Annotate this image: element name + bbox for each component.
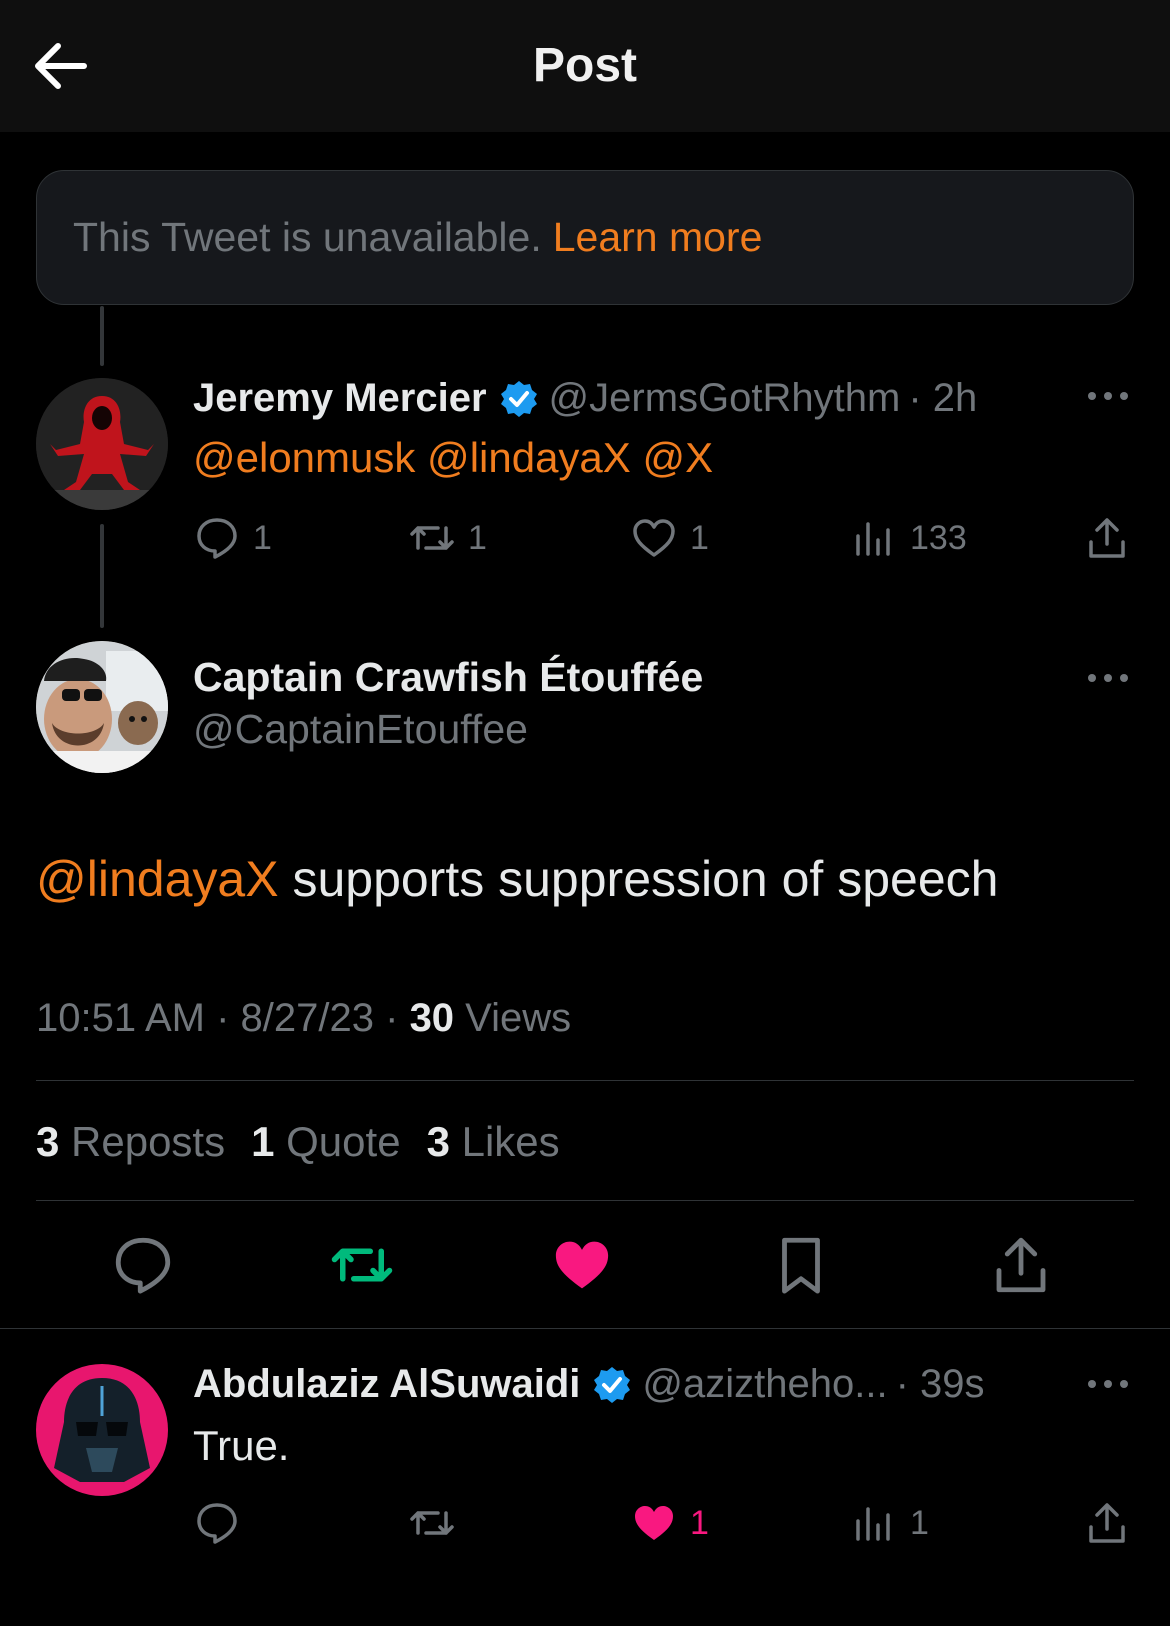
like-count: 1 — [690, 518, 709, 557]
heart-icon — [633, 519, 675, 557]
views-button[interactable]: 1 — [850, 1499, 929, 1547]
author-handle[interactable]: @JermsGotRhythm — [549, 376, 901, 421]
unavailable-notice: This Tweet is unavailable. Learn more — [36, 170, 1134, 305]
helmet-avatar-image — [36, 1364, 168, 1496]
post-timestamp: 10:51 AM · 8/27/23 · — [36, 996, 410, 1040]
repost-icon — [410, 1511, 454, 1535]
avatar[interactable] — [36, 378, 168, 510]
repost-count: 1 — [468, 518, 487, 557]
post-screen: Post This Tweet is unavailable. Learn mo… — [0, 0, 1170, 1626]
more-options-icon[interactable] — [1086, 671, 1130, 685]
man-with-dog-avatar-image — [36, 641, 168, 773]
heart-filled-icon[interactable] — [549, 1232, 615, 1298]
author-name[interactable]: Abdulaziz AlSuwaidi — [193, 1362, 580, 1407]
reply-header: Jeremy Mercier @JermsGotRhythm · 2h — [193, 376, 977, 421]
repost-icon[interactable] — [329, 1232, 395, 1298]
repost-button[interactable]: 1 — [408, 514, 487, 562]
repost-button[interactable] — [408, 1499, 456, 1547]
more-options-icon[interactable] — [1086, 1377, 1130, 1391]
reply-icon — [197, 1503, 237, 1544]
post-text: @lindayaX supports suppression of speech — [36, 850, 998, 908]
page-title: Post — [532, 39, 637, 92]
post-author: Captain Crawfish Étouffée — [193, 654, 703, 701]
like-button[interactable]: 1 — [630, 514, 709, 562]
avatar[interactable] — [36, 1364, 168, 1496]
author-handle[interactable]: @CaptainEtouffee — [193, 706, 528, 753]
reply-actions: 1 1 — [193, 1499, 1133, 1549]
author-name[interactable]: Jeremy Mercier — [193, 376, 487, 421]
likes-stat[interactable]: 3 Likes — [427, 1118, 560, 1166]
verified-badge-icon — [594, 1366, 631, 1403]
share-icon — [1089, 518, 1125, 558]
views-chart-icon — [856, 522, 890, 556]
post-stats: 3 Reposts 1 Quote 3 Likes — [36, 1118, 586, 1166]
like-count: 1 — [690, 1503, 709, 1542]
views-count: 1 — [910, 1503, 929, 1542]
verified-badge-icon — [500, 380, 537, 417]
post-time: · 2h — [908, 376, 978, 420]
reposts-stat[interactable]: 3 Reposts — [36, 1118, 225, 1166]
share-icon — [1089, 1503, 1125, 1543]
views-label: Views — [454, 996, 572, 1040]
bookmark-icon[interactable] — [768, 1232, 834, 1298]
reply-button[interactable]: 1 — [193, 514, 272, 562]
divider — [36, 1200, 1134, 1201]
like-button[interactable]: 1 — [630, 1499, 709, 1547]
repost-icon — [410, 526, 454, 550]
top-bar: Post — [0, 0, 1170, 132]
avatar[interactable] — [36, 641, 168, 773]
divider — [36, 1080, 1134, 1081]
share-icon[interactable] — [988, 1232, 1054, 1298]
views-chart-icon — [856, 1507, 890, 1541]
unavailable-text: This Tweet is unavailable. — [73, 214, 542, 260]
heart-filled-icon — [635, 1506, 673, 1540]
reply-button[interactable] — [193, 1499, 241, 1547]
post-body: supports suppression of speech — [278, 851, 999, 907]
hooded-figure-avatar-image — [36, 378, 168, 510]
reply-count: 1 — [253, 518, 272, 557]
post-time: · 39s — [895, 1362, 985, 1406]
views-button[interactable]: 133 — [850, 514, 967, 562]
reply-mentions[interactable]: @elonmusk @lindayaX @X — [193, 434, 713, 482]
reply-icon — [197, 518, 237, 559]
views-count: 133 — [910, 518, 967, 557]
views-count: 30 — [409, 996, 455, 1040]
more-options-icon[interactable] — [1086, 389, 1130, 403]
reply-text: True. — [193, 1422, 290, 1469]
thread-line — [100, 524, 104, 628]
reply-header: Abdulaziz AlSuwaidi @aziztheho... · 39s — [193, 1362, 985, 1407]
share-button[interactable] — [1083, 1499, 1131, 1547]
thread-line — [100, 306, 104, 366]
learn-more-link[interactable]: Learn more — [553, 214, 763, 261]
author-name[interactable]: Captain Crawfish Étouffée — [193, 654, 703, 701]
divider — [0, 1328, 1170, 1329]
mention-link[interactable]: @lindayaX — [36, 851, 279, 907]
quotes-stat[interactable]: 1 Quote — [251, 1118, 400, 1166]
reply-actions: 1 1 1 133 — [193, 514, 1133, 564]
post-meta: 10:51 AM · 8/27/23 · 30 Views — [36, 996, 571, 1041]
share-button[interactable] — [1083, 514, 1131, 562]
author-handle[interactable]: @aziztheho... — [642, 1362, 887, 1407]
reply-icon[interactable] — [110, 1232, 176, 1298]
